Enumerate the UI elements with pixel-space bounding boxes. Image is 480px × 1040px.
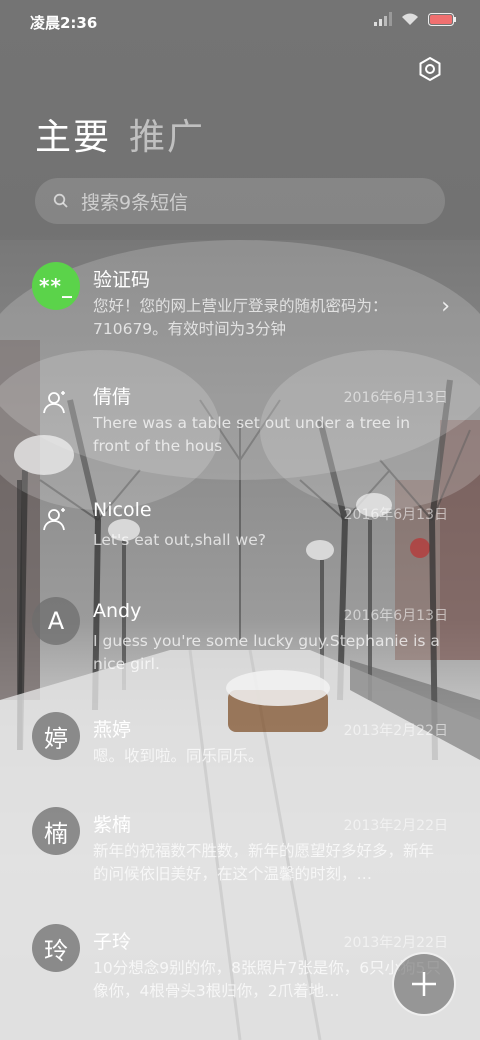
message-preview: 嗯。收到啦。同乐同乐。 xyxy=(93,747,264,765)
contact-icon xyxy=(43,508,65,531)
message-date: 2016年6月13日 xyxy=(343,390,448,406)
sender-name: Andy xyxy=(93,600,142,622)
message-row-andy[interactable]: A Andy 2016年6月13日 I guess you're some lu… xyxy=(0,585,480,697)
status-bar: 凌晨2:36 xyxy=(0,0,480,42)
search-icon xyxy=(53,193,68,208)
wifi-icon xyxy=(402,13,418,25)
message-preview: 新年的祝福数不胜数，新年的愿望好多好多，新年的问候依旧美好，在这个温馨的时刻，… xyxy=(93,842,435,883)
message-preview: There was a table set out under a tree i… xyxy=(93,414,411,455)
message-row-verify-code[interactable]: **_ 验证码 您好！您的网上营业厅登录的随机密码为：710679。有效时间为3… xyxy=(0,250,480,362)
compose-button[interactable] xyxy=(392,952,456,1016)
avatar xyxy=(32,379,80,427)
status-time: 凌晨2:36 xyxy=(30,14,98,32)
message-row-zinan[interactable]: 楠 紫楠 2013年2月22日 新年的祝福数不胜数，新年的愿望好多好多，新年的问… xyxy=(0,795,480,907)
contact-icon xyxy=(43,391,65,414)
avatar: **_ xyxy=(32,262,80,310)
tab-bar: 主要 推广 xyxy=(35,108,205,160)
sender-name: 子玲 xyxy=(93,931,132,953)
message-row-nicole[interactable]: Nicole 2016年6月13日 Let's eat out,shall we… xyxy=(0,484,480,596)
message-date: 2016年6月13日 xyxy=(343,507,448,523)
sender-name: 倩倩 xyxy=(93,386,132,408)
gear-icon xyxy=(419,56,441,82)
signal-icon xyxy=(374,12,392,26)
tab-main[interactable]: 主要 xyxy=(35,108,111,160)
message-preview: 10分想念9别的你，8张照片7张是你，6只小狗5只像你，4根骨头3根归你，2爪着… xyxy=(93,959,442,1000)
message-preview: 您好！您的网上营业厅登录的随机密码为：710679。有效时间为3分钟 xyxy=(93,297,388,338)
sender-name: 燕婷 xyxy=(93,719,132,741)
avatar xyxy=(32,496,80,544)
message-date: 2013年2月22日 xyxy=(343,935,448,951)
message-row-qianqian[interactable]: 倩倩 2016年6月13日 There was a table set out … xyxy=(0,367,480,479)
avatar: 婷 xyxy=(32,712,80,760)
message-date: 2016年6月13日 xyxy=(343,608,448,624)
avatar: 楠 xyxy=(32,807,80,855)
status-icons xyxy=(374,12,456,26)
message-preview: Let's eat out,shall we? xyxy=(93,531,266,549)
message-preview: I guess you're some lucky guy.Stephanie … xyxy=(93,632,440,673)
settings-button[interactable] xyxy=(416,55,444,83)
search-placeholder: 搜索9条短信 xyxy=(81,191,189,214)
message-date: 2013年2月22日 xyxy=(343,723,448,739)
avatar: 玲 xyxy=(32,924,80,972)
chevron-right-icon: › xyxy=(441,294,450,319)
sender-name: Nicole xyxy=(93,499,152,521)
search-input[interactable]: 搜索9条短信 xyxy=(35,178,445,224)
sender-name: 验证码 xyxy=(93,269,151,291)
battery-icon xyxy=(428,12,456,26)
avatar: A xyxy=(32,597,80,645)
tab-promotions[interactable]: 推广 xyxy=(129,108,205,160)
sender-name: 紫楠 xyxy=(93,814,132,836)
message-date: 2013年2月22日 xyxy=(343,818,448,834)
plus-icon xyxy=(412,972,436,996)
